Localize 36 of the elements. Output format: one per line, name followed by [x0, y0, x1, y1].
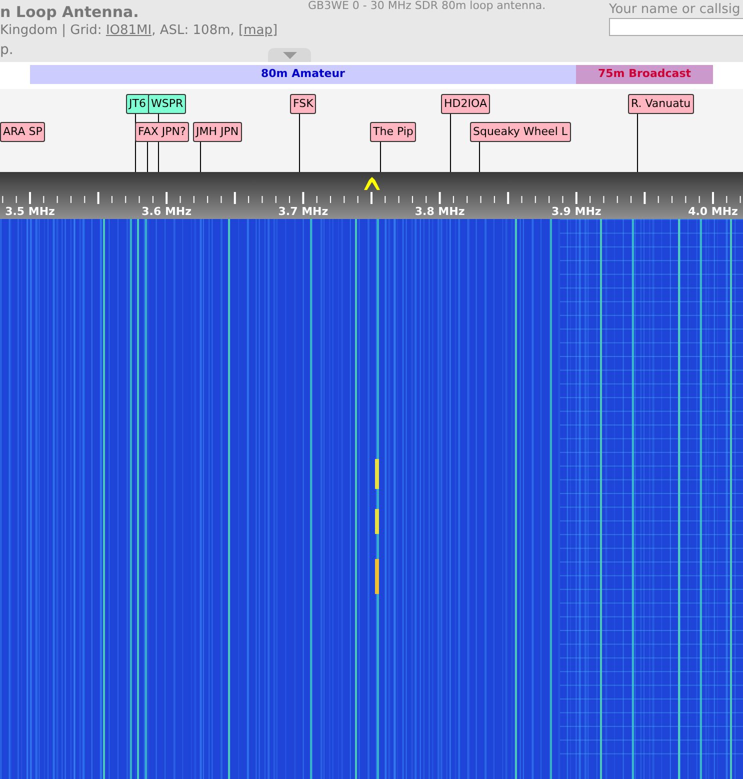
station-label[interactable]: ARA SP — [0, 122, 46, 142]
callsign-field[interactable] — [609, 18, 743, 36]
leader-line — [200, 140, 201, 172]
station-label[interactable]: Squeaky Wheel L — [470, 122, 570, 142]
frequency-label: 3.8 MHz — [414, 204, 465, 220]
description-text: GB3WE 0 - 30 MHz SDR 80m loop antenna. — [308, 0, 546, 12]
leader-line — [637, 112, 638, 172]
grid-link[interactable]: IO81MI — [106, 21, 152, 40]
station-label[interactable]: HD2IOA — [441, 94, 490, 114]
station-label[interactable]: JMH JPN — [193, 122, 242, 142]
collapse-button[interactable] — [268, 48, 311, 62]
station-label[interactable]: R. Vanuatu — [628, 94, 694, 114]
station-label[interactable]: The Pip — [370, 122, 416, 142]
station-label[interactable]: WSPR — [148, 94, 186, 114]
station-label[interactable]: JT6 — [126, 94, 150, 114]
note-text: p. — [0, 41, 14, 60]
page-title: n Loop Antenna. — [0, 2, 139, 23]
callsign-label: Your name or callsig — [609, 1, 740, 19]
leader-line — [450, 112, 451, 172]
frequency-label: 4.0 MHz — [688, 204, 738, 220]
frequency-label: 3.9 MHz — [551, 204, 602, 220]
station-label[interactable]: FAX JPN? — [135, 122, 189, 142]
frequency-label: 3.6 MHz — [142, 204, 192, 220]
tuning-marker-icon[interactable] — [362, 177, 382, 191]
frequency-label: 3.7 MHz — [278, 204, 328, 220]
frequency-label: 3.5 MHz — [5, 204, 55, 220]
band-bar[interactable]: 80m Amateur — [30, 65, 576, 84]
map-link[interactable]: [map] — [238, 21, 278, 40]
location-text: , ASL: 108m, — [152, 22, 236, 40]
leader-line — [299, 112, 300, 172]
station-label[interactable]: FSK — [290, 94, 316, 114]
caret-icon — [282, 52, 296, 58]
leader-line — [380, 140, 381, 172]
leader-line — [147, 140, 148, 172]
location-text: Kingdom | Grid: — [0, 22, 103, 40]
leader-line — [479, 140, 480, 172]
